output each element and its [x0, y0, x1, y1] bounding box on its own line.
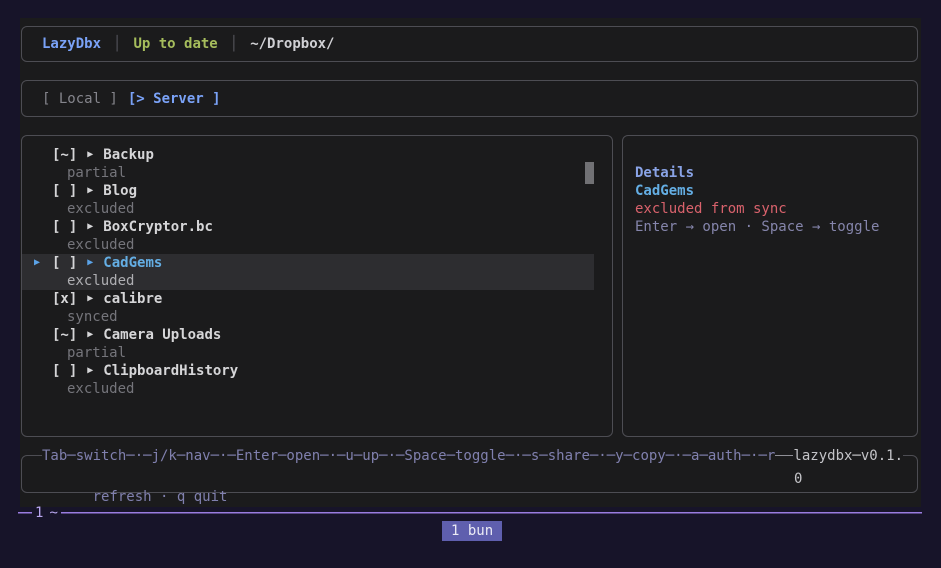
version-label-wrap: 0 [794, 471, 803, 487]
folder-name: Backup [103, 147, 154, 163]
list-item[interactable]: [ ] ▶ Blog excluded [22, 182, 594, 218]
folder-arrow-icon: ▶ [87, 365, 94, 376]
tab-local[interactable]: [ Local ] [42, 91, 118, 107]
list-item[interactable]: [ ] ▶ BoxCryptor.bc excluded [22, 218, 594, 254]
folder-arrow-icon: ▶ [87, 149, 94, 160]
keybind-bar: Tab─switch─·─j/k─nav─·─Enter─open─·─u─up… [21, 447, 918, 505]
terminal-tab-badge[interactable]: 1 bun [442, 521, 503, 541]
lazydbx-app: LazyDbx │ Up to date │ ~/Dropbox/ [ Loca… [20, 18, 921, 507]
sync-checkbox[interactable]: [x] [52, 290, 77, 308]
title-bar: LazyDbx │ Up to date │ ~/Dropbox/ [21, 26, 918, 62]
folder-arrow-icon: ▶ [87, 185, 94, 196]
folder-name: ClipboardHistory [103, 363, 239, 379]
details-item-name: CadGems [635, 183, 695, 199]
border-fill-line [775, 447, 794, 465]
selection-pointer-icon: ▶ [34, 257, 41, 268]
list-item[interactable]: [x] ▶ calibre synced [22, 290, 594, 326]
pane-line-segment [18, 505, 32, 521]
separator-bar-icon: │ [113, 36, 122, 52]
scrollbar-thumb[interactable] [585, 162, 594, 184]
list-item[interactable]: [ ] ▶ ClipboardHistory excluded [22, 362, 594, 398]
tab-bar: [ Local ] [> Server ] [21, 80, 918, 117]
pane-index: 1 [35, 505, 44, 521]
folder-arrow-icon: ▶ [87, 293, 94, 304]
version-label: lazydbx─v0.1. [793, 447, 903, 465]
sync-checkbox[interactable]: [ ] [52, 254, 77, 272]
tab-server[interactable]: [> Server ] [128, 91, 221, 107]
folder-arrow-icon: ▶ [87, 329, 94, 340]
app-title: LazyDbx [42, 36, 102, 52]
list-item[interactable]: [~] ▶ Backup partial [22, 146, 594, 182]
sync-state-label: excluded [67, 201, 135, 217]
folder-name: calibre [103, 291, 163, 307]
details-sync-status: excluded from sync [635, 201, 787, 217]
sync-state-label: partial [67, 345, 127, 361]
sync-checkbox[interactable]: [ ] [52, 218, 77, 236]
sync-checkbox[interactable]: [~] [52, 146, 77, 164]
folder-name: BoxCryptor.bc [103, 219, 213, 235]
pane-line-segment [60, 505, 922, 521]
sync-checkbox[interactable]: [ ] [52, 182, 77, 200]
details-key-hint: Enter → open · Space → toggle [635, 219, 880, 235]
list-item[interactable]: [~] ▶ Camera Uploads partial [22, 326, 594, 362]
sync-state-label: synced [67, 309, 118, 325]
sync-state-label: excluded [67, 273, 135, 289]
current-path: ~/Dropbox/ [250, 36, 335, 52]
details-heading: Details [635, 165, 695, 181]
folder-name: Camera Uploads [103, 327, 222, 343]
pane-frame-line: 1 ~ [18, 505, 922, 521]
sync-state-label: excluded [67, 381, 135, 397]
folder-name: Blog [103, 183, 138, 199]
sync-state-label: excluded [67, 237, 135, 253]
keybind-hints-line1: Tab─switch─·─j/k─nav─·─Enter─open─·─u─up… [42, 447, 776, 465]
sync-state-label: partial [67, 165, 127, 181]
file-list-panel: [~] ▶ Backup partial [ ] ▶ Blog excluded… [21, 135, 613, 437]
folder-arrow-icon: ▶ [87, 221, 94, 232]
keybind-hints-line2: refresh · q quit [92, 489, 228, 505]
sync-checkbox[interactable]: [ ] [52, 362, 77, 380]
separator-bar-icon: │ [229, 36, 239, 52]
sync-status: Up to date [133, 36, 218, 52]
pane-title: ~ [49, 505, 58, 521]
folder-name: CadGems [103, 255, 163, 271]
list-item-selected[interactable]: ▶ [ ] ▶ CadGems excluded [22, 254, 594, 290]
folder-arrow-icon: ▶ [87, 257, 94, 268]
sync-checkbox[interactable]: [~] [52, 326, 77, 344]
details-panel: Details CadGems excluded from sync Enter… [622, 135, 918, 437]
